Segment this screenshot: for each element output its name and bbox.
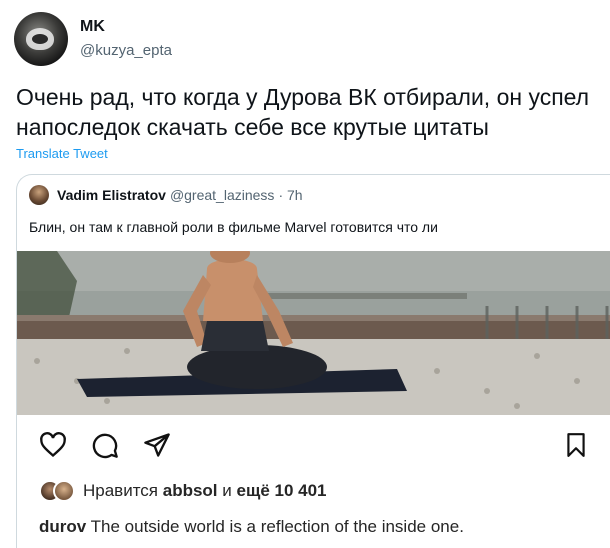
quoted-text: Блин, он там к главной роли в фильме Mar… <box>29 219 438 235</box>
quoted-display-name: Vadim Elistratov <box>57 187 166 203</box>
comment-icon[interactable] <box>91 431 119 464</box>
bookmark-icon[interactable] <box>563 431 589 464</box>
translate-tweet-link[interactable]: Translate Tweet <box>16 146 108 161</box>
photo-illustration <box>17 251 610 415</box>
likes-user[interactable]: abbsol <box>163 481 218 500</box>
caption-user[interactable]: durov <box>39 517 86 536</box>
post-caption: durov The outside world is a reflection … <box>39 517 464 537</box>
liker-avatar <box>53 480 75 502</box>
share-icon[interactable] <box>143 431 171 464</box>
likes-middle: и <box>222 481 232 500</box>
avatar[interactable] <box>14 12 68 66</box>
quoted-tweet[interactable]: Vadim Elistratov @great_laziness · 7h Бл… <box>16 174 610 548</box>
likes-count[interactable]: ещё 10 401 <box>237 481 327 500</box>
author-names: MK @kuzya_epta <box>80 17 172 61</box>
quoted-handle: @great_laziness <box>169 187 275 203</box>
likes-row: Нравится abbsol и ещё 10 401 <box>39 480 327 502</box>
likes-prefix: Нравится <box>83 481 159 500</box>
heart-icon[interactable] <box>39 431 67 464</box>
likes-text[interactable]: Нравится abbsol и ещё 10 401 <box>83 481 327 501</box>
display-name[interactable]: MK <box>80 17 172 37</box>
tweet-header: MK @kuzya_epta <box>14 12 172 66</box>
meditation-photo <box>17 251 610 415</box>
caption-text: The outside world is a reflection of the… <box>90 517 464 536</box>
quoted-time: · 7h <box>278 187 303 203</box>
instagram-actions <box>17 427 610 467</box>
tweet-text: Очень рад, что когда у Дурова ВК отбирал… <box>16 84 590 140</box>
quoted-avatar <box>29 185 49 205</box>
quoted-tweet-header: Vadim Elistratov @great_laziness · 7h <box>29 185 303 205</box>
handle[interactable]: @kuzya_epta <box>80 41 172 61</box>
